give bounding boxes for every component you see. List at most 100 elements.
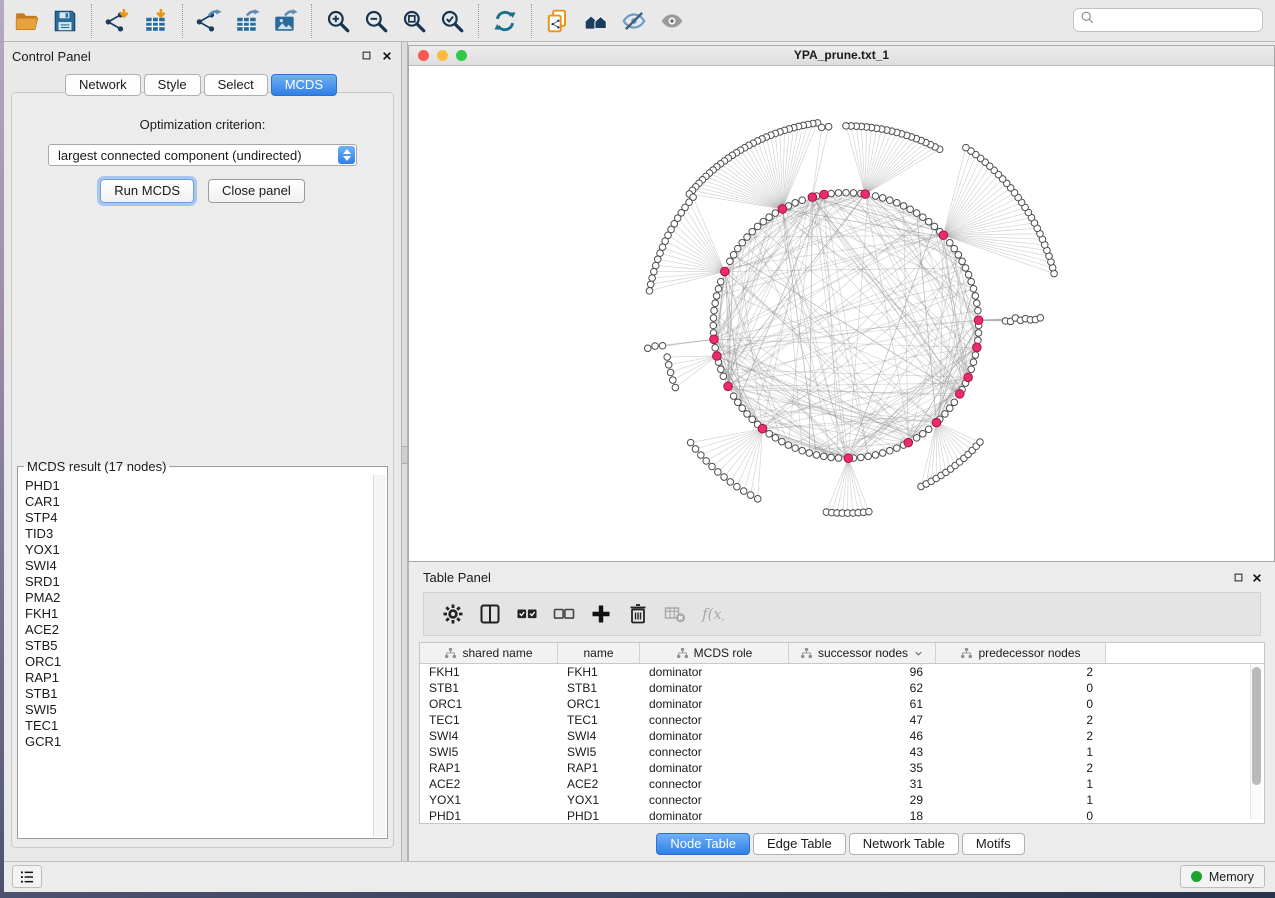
column-header-successor-nodes[interactable]: successor nodes [789,643,936,663]
network-canvas[interactable] [409,65,1274,561]
mcds-result-item[interactable]: PHD1 [19,478,373,494]
node-table: shared namenameMCDS rolesuccessor nodesp… [419,642,1265,824]
zoom-selected-button[interactable] [433,4,471,38]
mcds-result-item[interactable]: SWI5 [19,702,373,718]
mcds-list-scrollbar[interactable] [373,475,386,837]
table-cell: dominator [640,808,789,824]
panel-splitter[interactable] [401,42,408,862]
zoom-fit-button[interactable] [395,4,433,38]
mcds-result-item[interactable]: FKH1 [19,606,373,622]
first-neighbors-button[interactable] [577,4,615,38]
app-window: Control Panel NetworkStyleSelectMCDS Opt… [4,0,1275,892]
table-row[interactable]: FKH1FKH1dominator962 [420,664,1264,680]
mcds-result-item[interactable]: CAR1 [19,494,373,510]
zoom-in-button[interactable] [319,4,357,38]
deselect-all-rows-button[interactable] [545,597,582,631]
table-cell: ACE2 [558,776,640,792]
column-header-shared-name[interactable]: shared name [420,643,558,663]
memory-status-icon [1191,871,1202,882]
add-column-button[interactable] [582,597,619,631]
mcds-result-item[interactable]: YOX1 [19,542,373,558]
select-all-rows-button[interactable] [508,597,545,631]
mcds-result-item[interactable]: PMA2 [19,590,373,606]
tab-motifs[interactable]: Motifs [962,833,1025,855]
table-cell: 0 [936,680,1106,696]
zoom-out-button[interactable] [357,4,395,38]
window-maximize-button[interactable] [456,50,467,61]
show-all-button[interactable] [653,4,691,38]
table-cell: 0 [936,696,1106,712]
mcds-result-item[interactable]: GCR1 [19,734,373,750]
column-header-mcds-role[interactable]: MCDS role [640,643,789,663]
import-table-button[interactable] [137,4,175,38]
tab-select[interactable]: Select [204,74,268,96]
table-row[interactable]: SWI5SWI5connector431 [420,744,1264,760]
open-file-button[interactable] [8,4,46,38]
table-row[interactable]: SWI4SWI4dominator462 [420,728,1264,744]
clone-network-button[interactable] [539,4,577,38]
hide-eye-icon [621,8,647,34]
column-header-name[interactable]: name [558,643,640,663]
run-mcds-button[interactable]: Run MCDS [100,179,194,203]
mcds-result-item[interactable]: STB1 [19,686,373,702]
mcds-result-item[interactable]: TID3 [19,526,373,542]
table-row[interactable]: RAP1RAP1dominator352 [420,760,1264,776]
refresh-button[interactable] [486,4,524,38]
criterion-select[interactable]: largest connected component (undirected) [48,144,357,166]
tab-network[interactable]: Network [65,74,141,96]
tab-edge-table[interactable]: Edge Table [753,833,846,855]
splitter-grip[interactable] [402,446,407,464]
tab-network-table[interactable]: Network Table [849,833,959,855]
table-cell: STB1 [420,680,558,696]
table-row[interactable]: TEC1TEC1connector472 [420,712,1264,728]
toolbar-separator [531,4,532,38]
table-scrollbar-thumb[interactable] [1252,667,1261,785]
mcds-result-title: MCDS result (17 nodes) [24,459,169,474]
save-session-button[interactable] [46,4,84,38]
mcds-result-item[interactable]: SRD1 [19,574,373,590]
table-options-button[interactable] [434,597,471,631]
close-panel-icon[interactable] [380,49,393,62]
mcds-result-item[interactable]: STP4 [19,510,373,526]
mcds-result-item[interactable]: ACE2 [19,622,373,638]
table-row[interactable]: STB1STB1dominator620 [420,680,1264,696]
mcds-result-item[interactable]: RAP1 [19,670,373,686]
mcds-result-item[interactable]: SWI4 [19,558,373,574]
table-row[interactable]: ORC1ORC1dominator610 [420,696,1264,712]
tab-node-table[interactable]: Node Table [656,833,750,855]
delete-column-button[interactable] [619,597,656,631]
mcds-result-item[interactable]: ORC1 [19,654,373,670]
column-header-predecessor-nodes[interactable]: predecessor nodes [936,643,1106,663]
table-row[interactable]: PHD1PHD1dominator180 [420,808,1264,824]
window-minimize-button[interactable] [437,50,448,61]
window-close-button[interactable] [418,50,429,61]
mcds-result-item[interactable]: TEC1 [19,718,373,734]
float-table-panel-icon[interactable] [1232,571,1245,584]
export-network-button[interactable] [190,4,228,38]
search-input[interactable] [1095,12,1256,28]
export-image-button[interactable] [266,4,304,38]
table-scrollbar[interactable] [1250,665,1262,819]
memory-button[interactable]: Memory [1180,865,1265,888]
table-cell: SWI4 [558,728,640,744]
task-history-button[interactable] [12,865,42,888]
mcds-result-item[interactable]: STB5 [19,638,373,654]
close-table-panel-icon[interactable] [1250,571,1263,584]
close-panel-button[interactable]: Close panel [208,179,305,203]
table-row[interactable]: ACE2ACE2connector311 [420,776,1264,792]
tab-style[interactable]: Style [144,74,201,96]
tab-mcds[interactable]: MCDS [271,74,337,96]
zoom-in-icon [325,8,351,34]
network-window-titlebar[interactable]: YPA_prune.txt_1 [409,46,1274,66]
toolbar-separator [311,4,312,38]
table-cell: dominator [640,664,789,680]
import-network-button[interactable] [99,4,137,38]
export-table-button[interactable] [228,4,266,38]
float-panel-icon[interactable] [360,49,373,62]
show-columns-button[interactable] [471,597,508,631]
table-panel: Table Panel f(x) shared namenameMCDS rol… [408,562,1275,862]
table-row[interactable]: YOX1YOX1connector291 [420,792,1264,808]
hide-selected-button[interactable] [615,4,653,38]
table-cell: connector [640,712,789,728]
search-box[interactable] [1073,8,1263,32]
